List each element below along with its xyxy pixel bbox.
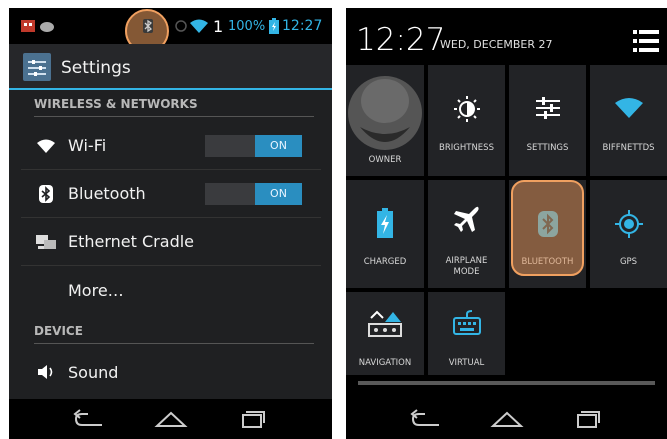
navigation-bar — [346, 399, 667, 439]
notification-icons — [21, 8, 55, 44]
settings-row-label: Sound — [68, 362, 119, 382]
settings-row-label: Bluetooth — [68, 184, 146, 203]
tile-label: CHARGED — [363, 257, 407, 267]
action-bar — [9, 44, 332, 90]
tile-label-line: MODE — [453, 267, 480, 277]
wifi-status-icon — [189, 8, 209, 44]
tile-label: VIRTUAL — [448, 358, 485, 368]
circle-status-icon — [175, 8, 187, 44]
battery-charging-icon — [376, 208, 394, 238]
bluetooth-toggle[interactable]: ON — [205, 182, 302, 205]
settings-row-wifi[interactable]: Wi-Fi ON — [21, 122, 321, 170]
section-header-device: DEVICE — [34, 318, 314, 344]
wifi-icon — [614, 97, 644, 119]
settings-row-bluetooth[interactable]: Bluetooth ON — [21, 170, 321, 218]
section-header-wireless: WIRELESS & NETWORKS — [34, 91, 314, 117]
notification-app-icon — [21, 20, 54, 32]
toggle-on-label: ON — [255, 134, 302, 157]
home-button[interactable] — [151, 399, 191, 439]
signal-count: 1 — [213, 16, 224, 36]
settings-row-label: Ethernet Cradle — [68, 232, 195, 251]
status-time: 12:27 — [282, 18, 323, 34]
navigation-keys-icon — [367, 308, 403, 338]
gps-icon — [614, 210, 643, 238]
tile-label: OWNER — [368, 155, 402, 165]
recent-apps-button[interactable] — [231, 399, 271, 439]
tile-brightness[interactable]: BRIGHTNESS — [428, 65, 505, 176]
navigation-bar — [9, 399, 332, 439]
tile-owner[interactable]: OWNER — [346, 65, 424, 176]
tile-label: BRIGHTNESS — [439, 143, 494, 153]
panel-handle[interactable] — [358, 381, 655, 385]
sliders-icon — [534, 95, 562, 121]
brightness-icon — [453, 95, 481, 123]
date: WED, DECEMBER 27 — [440, 38, 553, 51]
tile-wifi[interactable]: BIFFNETTDS — [590, 65, 667, 176]
home-button[interactable] — [487, 399, 527, 439]
page-title: Settings — [61, 58, 131, 78]
settings-row-more[interactable]: More… — [21, 266, 321, 314]
battery-percent: 100% — [228, 18, 266, 34]
bluetooth-tile-highlight — [511, 180, 584, 276]
action-bar-divider — [9, 88, 332, 90]
tile-gps[interactable]: GPS — [590, 180, 667, 288]
tile-navigation[interactable]: NAVIGATION — [346, 292, 424, 375]
tile-label: NAVIGATION — [358, 358, 412, 368]
tile-battery[interactable]: CHARGED — [346, 180, 424, 288]
speaker-icon — [35, 361, 57, 383]
wifi-icon — [35, 135, 57, 157]
clock: 12:27 — [356, 22, 446, 58]
bluetooth-status-icon — [142, 8, 154, 44]
bluetooth-icon — [35, 183, 57, 205]
status-bar: 1 100% 12:27 — [9, 8, 332, 53]
settings-row-sound[interactable]: Sound — [21, 348, 321, 396]
tile-label: AIRPLANE MODE — [446, 256, 488, 278]
tile-virtual-keyboard[interactable]: VIRTUAL — [428, 292, 505, 375]
settings-screen: 1 100% 12:27 Settings WIRELESS & NETWORK… — [9, 8, 332, 439]
ethernet-icon — [35, 231, 57, 253]
airplane-icon — [452, 204, 482, 234]
tile-label-line: AIRPLANE — [445, 256, 488, 266]
settings-row-label: More… — [68, 280, 124, 300]
list-menu-icon[interactable] — [633, 28, 659, 54]
settings-row-label: Wi-Fi — [68, 136, 107, 155]
back-button[interactable] — [69, 399, 109, 439]
tile-label: SETTINGS — [526, 143, 569, 153]
settings-row-ethernet[interactable]: Ethernet Cradle — [21, 218, 321, 266]
tile-airplane-mode[interactable]: AIRPLANE MODE — [428, 180, 505, 288]
toggle-on-label: ON — [255, 182, 302, 205]
tile-settings[interactable]: SETTINGS — [509, 65, 586, 176]
tile-label: BIFFNETTDS — [602, 143, 655, 153]
keyboard-icon — [452, 310, 482, 336]
recent-apps-button[interactable] — [566, 399, 606, 439]
battery-icon — [269, 8, 279, 44]
quick-settings-screen: 12:27 WED, DECEMBER 27 OWNER BRIGHTNESS … — [346, 8, 667, 439]
back-button[interactable] — [406, 399, 446, 439]
settings-app-icon[interactable] — [23, 53, 51, 81]
avatar — [346, 73, 424, 153]
tile-label: GPS — [619, 257, 638, 267]
wifi-toggle[interactable]: ON — [205, 134, 302, 157]
